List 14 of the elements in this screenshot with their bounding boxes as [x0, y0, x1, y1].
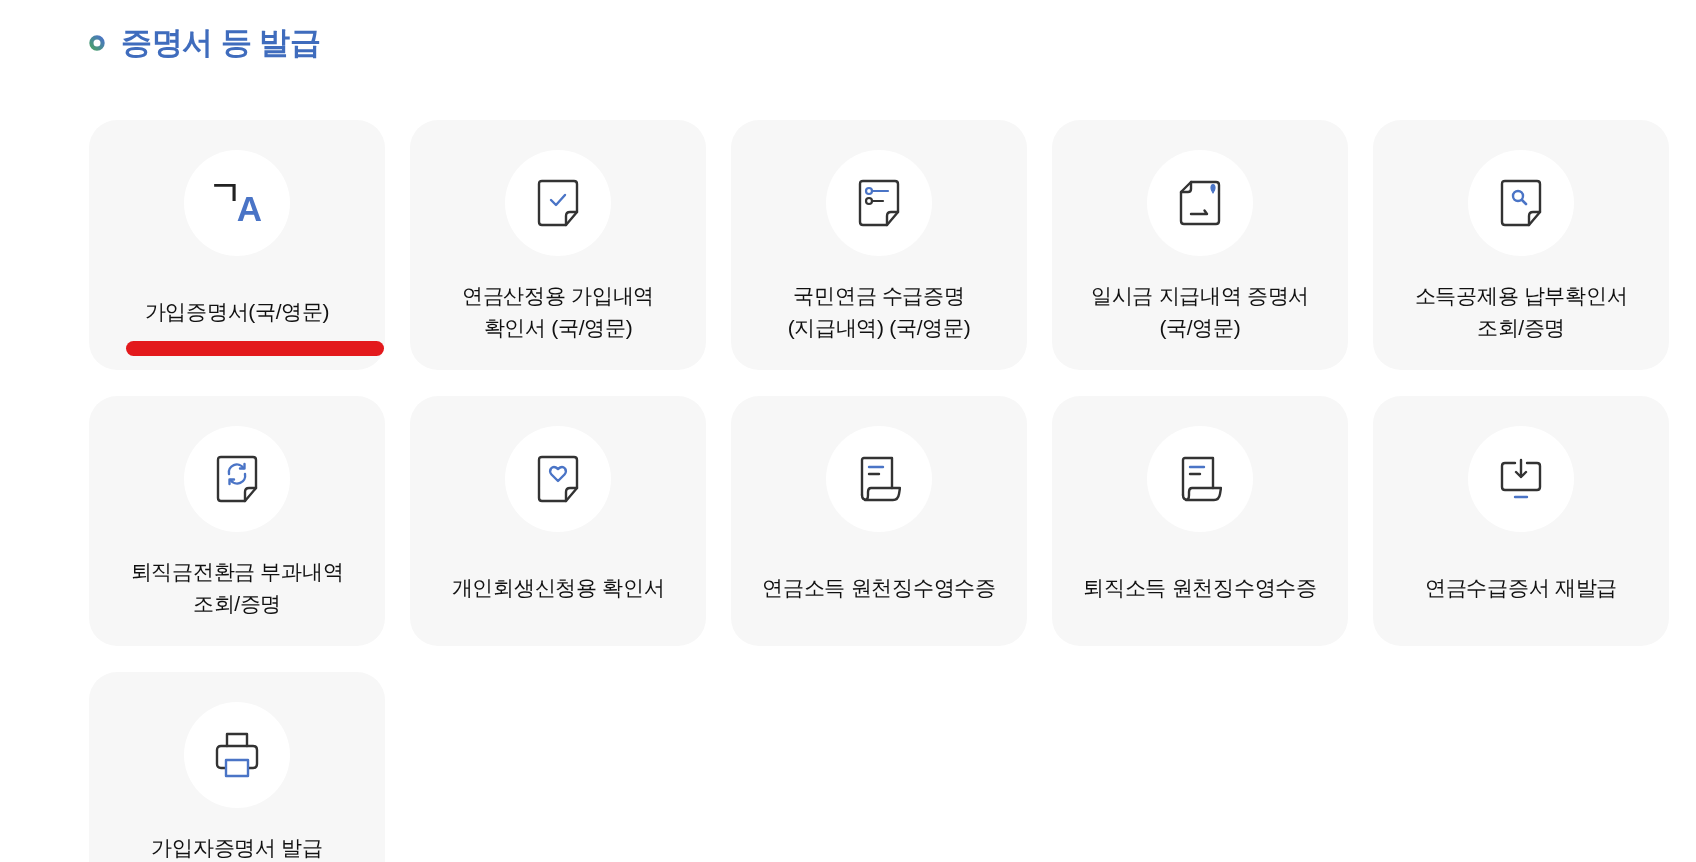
bullet-icon — [89, 35, 105, 51]
section-heading: 증명서 등 발급 — [121, 24, 321, 62]
menu-card[interactable]: 퇴직소득 원천징수영수증 — [1052, 396, 1348, 646]
menu-card[interactable]: 국민연금 수급증명 (지급내역) (국/영문) — [731, 120, 1027, 370]
menu-card[interactable]: 연금소득 원천징수영수증 — [731, 396, 1027, 646]
menu-card[interactable]: 퇴직금전환금 부과내역 조회/증명 — [89, 396, 385, 646]
menu-card[interactable]: 연금산정용 가입내역 확인서 (국/영문) — [410, 120, 706, 370]
menu-card[interactable]: ㄱA 가입증명서(국/영문) — [89, 120, 385, 370]
translate-icon: ㄱA — [184, 150, 290, 256]
menu-card[interactable]: 개인회생신청용 확인서 — [410, 396, 706, 646]
menu-card[interactable]: 가입자증명서 발급 — [89, 672, 385, 862]
menu-card[interactable]: 연금수급증서 재발급 — [1373, 396, 1669, 646]
menu-card[interactable]: 소득공제용 납부확인서 조회/증명 — [1373, 120, 1669, 370]
menu-card[interactable]: 일시금 지급내역 증명서 (국/영문) — [1052, 120, 1348, 370]
